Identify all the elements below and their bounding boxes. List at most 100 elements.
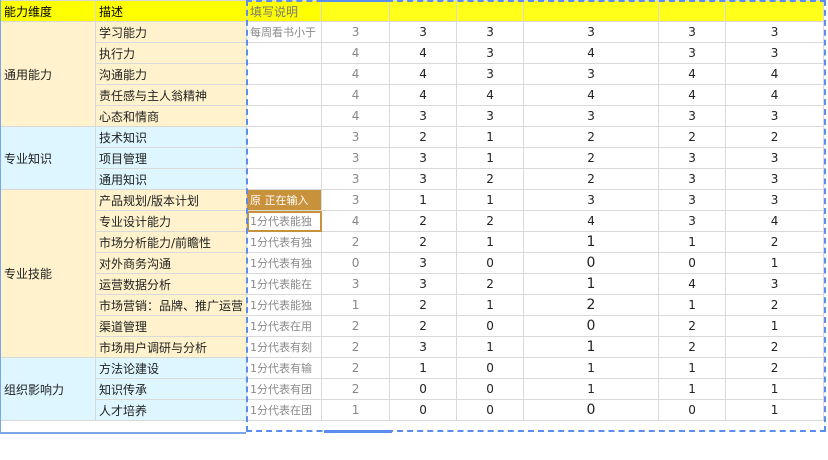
score-cell[interactable]: 3 bbox=[389, 21, 458, 43]
score-cell[interactable]: 1 bbox=[658, 357, 727, 379]
note-cell[interactable]: 1分代表有刻 bbox=[246, 336, 323, 358]
description-cell[interactable]: 责任感与主人翁精神 bbox=[94, 84, 248, 106]
header-person-5[interactable] bbox=[658, 0, 727, 22]
note-cell[interactable]: 1分代表在用 bbox=[246, 315, 323, 337]
description-cell[interactable]: 方法论建设 bbox=[94, 357, 248, 379]
score-cell[interactable]: 1 bbox=[389, 189, 458, 211]
score-cell[interactable]: 2 bbox=[523, 168, 660, 190]
score-cell[interactable]: 2 bbox=[321, 315, 391, 337]
description-cell[interactable]: 市场分析能力/前瞻性 bbox=[94, 231, 248, 253]
description-cell[interactable]: 市场用户调研与分析 bbox=[94, 336, 248, 358]
score-cell[interactable]: 0 bbox=[321, 252, 391, 274]
score-cell[interactable]: 0 bbox=[456, 357, 525, 379]
score-cell[interactable]: 3 bbox=[658, 168, 727, 190]
score-cell[interactable]: 0 bbox=[456, 378, 525, 400]
description-cell[interactable]: 专业设计能力 bbox=[94, 210, 248, 232]
score-cell[interactable]: 4 bbox=[321, 84, 391, 106]
note-cell[interactable] bbox=[246, 63, 323, 85]
score-cell[interactable]: 4 bbox=[725, 210, 825, 232]
note-cell[interactable]: 1分代表能独 bbox=[246, 294, 323, 316]
score-cell[interactable]: 3 bbox=[321, 273, 391, 295]
score-cell[interactable]: 3 bbox=[725, 42, 825, 64]
note-cell[interactable] bbox=[246, 168, 323, 190]
score-cell[interactable]: 3 bbox=[523, 63, 660, 85]
score-cell[interactable]: 3 bbox=[389, 147, 458, 169]
score-cell[interactable]: 2 bbox=[321, 231, 391, 253]
note-cell[interactable] bbox=[246, 126, 323, 148]
score-cell[interactable]: 3 bbox=[658, 21, 727, 43]
note-cell[interactable]: 1分代表有独 bbox=[246, 252, 323, 274]
score-cell[interactable]: 1 bbox=[321, 399, 391, 421]
score-cell[interactable]: 3 bbox=[725, 105, 825, 127]
score-cell[interactable]: 4 bbox=[523, 210, 660, 232]
note-cell[interactable]: 每周看书小于 bbox=[246, 21, 323, 43]
score-cell[interactable]: 2 bbox=[658, 126, 727, 148]
score-cell[interactable]: 2 bbox=[456, 210, 525, 232]
score-cell[interactable]: 2 bbox=[321, 378, 391, 400]
score-cell[interactable]: 0 bbox=[389, 378, 458, 400]
score-cell[interactable]: 2 bbox=[389, 315, 458, 337]
score-cell[interactable]: 1 bbox=[456, 336, 525, 358]
score-cell[interactable]: 1 bbox=[725, 378, 825, 400]
score-cell[interactable]: 0 bbox=[456, 315, 525, 337]
score-cell[interactable]: 4 bbox=[523, 84, 660, 106]
description-cell[interactable]: 执行力 bbox=[94, 42, 248, 64]
score-cell[interactable]: 4 bbox=[321, 105, 391, 127]
header-note[interactable]: 填写说明 bbox=[246, 0, 323, 22]
score-cell[interactable]: 2 bbox=[725, 357, 825, 379]
note-cell[interactable]: 原 正在输入 bbox=[246, 189, 323, 211]
score-cell[interactable]: 4 bbox=[523, 42, 660, 64]
score-cell[interactable]: 3 bbox=[456, 21, 525, 43]
score-cell[interactable]: 2 bbox=[321, 357, 391, 379]
score-cell[interactable]: 3 bbox=[658, 105, 727, 127]
note-cell[interactable]: 1分代表能在 bbox=[246, 273, 323, 295]
description-cell[interactable]: 产品规划/版本计划 bbox=[94, 189, 248, 211]
description-cell[interactable]: 运营数据分析 bbox=[94, 273, 248, 295]
score-cell[interactable]: 1 bbox=[523, 336, 660, 358]
score-cell[interactable]: 1 bbox=[523, 231, 660, 253]
score-cell[interactable]: 0 bbox=[389, 399, 458, 421]
header-person-6[interactable] bbox=[725, 0, 825, 22]
score-cell[interactable]: 3 bbox=[456, 63, 525, 85]
score-cell[interactable]: 4 bbox=[321, 42, 391, 64]
dimension-cell[interactable]: 通用能力 bbox=[0, 21, 96, 127]
score-cell[interactable]: 0 bbox=[523, 399, 660, 421]
score-cell[interactable]: 3 bbox=[725, 168, 825, 190]
score-cell[interactable]: 3 bbox=[321, 21, 391, 43]
note-cell[interactable] bbox=[246, 84, 323, 106]
score-cell[interactable]: 4 bbox=[725, 63, 825, 85]
header-person-2[interactable] bbox=[389, 0, 458, 22]
score-cell[interactable]: 3 bbox=[725, 147, 825, 169]
score-cell[interactable]: 1 bbox=[523, 378, 660, 400]
score-cell[interactable]: 2 bbox=[389, 231, 458, 253]
score-cell[interactable]: 4 bbox=[658, 84, 727, 106]
description-cell[interactable]: 项目管理 bbox=[94, 147, 248, 169]
score-cell[interactable]: 3 bbox=[321, 147, 391, 169]
score-cell[interactable]: 1 bbox=[456, 231, 525, 253]
header-person-3[interactable] bbox=[456, 0, 525, 22]
score-cell[interactable]: 2 bbox=[658, 315, 727, 337]
score-cell[interactable]: 3 bbox=[389, 273, 458, 295]
score-cell[interactable]: 4 bbox=[321, 210, 391, 232]
score-cell[interactable]: 4 bbox=[658, 273, 727, 295]
score-cell[interactable]: 1 bbox=[389, 357, 458, 379]
score-cell[interactable]: 0 bbox=[658, 399, 727, 421]
score-cell[interactable]: 2 bbox=[725, 294, 825, 316]
description-cell[interactable]: 心态和情商 bbox=[94, 105, 248, 127]
score-cell[interactable]: 3 bbox=[456, 42, 525, 64]
score-cell[interactable]: 4 bbox=[389, 63, 458, 85]
selection-top-handle[interactable] bbox=[322, 0, 390, 2]
description-cell[interactable]: 技术知识 bbox=[94, 126, 248, 148]
score-cell[interactable]: 0 bbox=[456, 252, 525, 274]
note-cell[interactable]: 1分代表有输 bbox=[246, 357, 323, 379]
description-cell[interactable]: 学习能力 bbox=[94, 21, 248, 43]
score-cell[interactable]: 2 bbox=[321, 336, 391, 358]
score-cell[interactable]: 2 bbox=[725, 336, 825, 358]
score-cell[interactable]: 4 bbox=[658, 63, 727, 85]
score-cell[interactable]: 1 bbox=[456, 147, 525, 169]
score-cell[interactable]: 1 bbox=[523, 357, 660, 379]
score-cell[interactable]: 3 bbox=[658, 210, 727, 232]
note-cell[interactable]: 1分代表能独 bbox=[246, 210, 323, 232]
score-cell[interactable]: 1 bbox=[658, 294, 727, 316]
score-cell[interactable]: 3 bbox=[389, 168, 458, 190]
